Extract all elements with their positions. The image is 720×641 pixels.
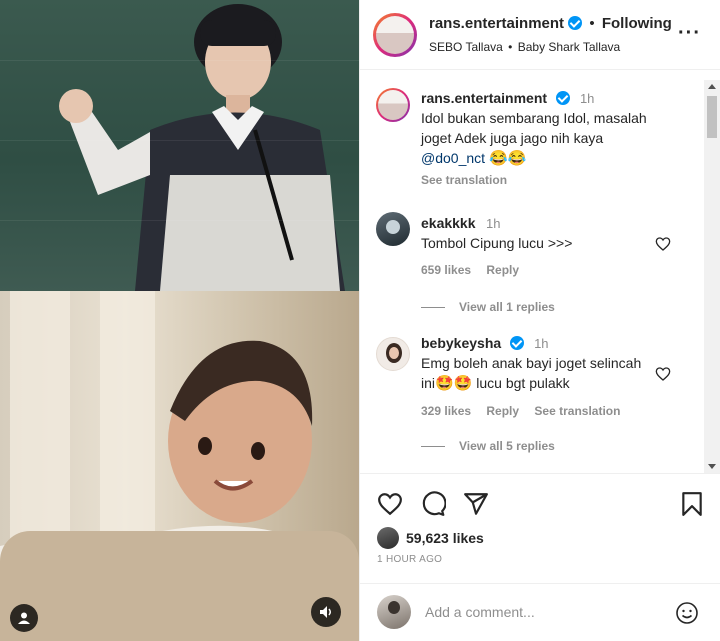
add-comment-bar: [360, 583, 720, 641]
verified-badge-icon: [555, 91, 570, 105]
comment-likes[interactable]: 329 likes: [421, 404, 471, 418]
separator-dot: •: [589, 15, 595, 32]
mention-link[interactable]: @do0_nct: [421, 150, 485, 166]
comment-time[interactable]: 1h: [486, 216, 500, 231]
comment-emoji: 🤩🤩: [435, 375, 473, 392]
avatar[interactable]: [373, 13, 417, 57]
user-icon: [18, 612, 30, 624]
avatar[interactable]: [376, 88, 410, 122]
header-user: rans.entertainment • Following: [429, 15, 672, 32]
speaker-icon: [320, 606, 331, 618]
comment-text-line: ini🤩🤩 lucu bgt pulakk: [421, 375, 570, 392]
liked-by-avatar[interactable]: [377, 527, 399, 549]
caption-body: Idol bukan sembarang Idol, masalah joget…: [421, 110, 647, 146]
bookmark-icon[interactable]: [680, 491, 704, 517]
post-time[interactable]: 1 HOUR AGO: [377, 554, 442, 565]
video-frame-bottom: [0, 291, 359, 641]
comments-scrollbar[interactable]: [704, 80, 720, 473]
caption-text: Idol bukan sembarang Idol, masalah joget…: [421, 108, 666, 169]
heart-icon[interactable]: [655, 366, 671, 382]
see-translation-link[interactable]: See translation: [421, 173, 507, 187]
comment-text: Tombol Cipung lucu >>>: [421, 235, 573, 251]
audio-title[interactable]: Baby Shark Tallava: [518, 40, 621, 54]
following-button[interactable]: Following: [602, 15, 672, 32]
scrollbar-thumb[interactable]: [707, 96, 717, 138]
view-replies-button[interactable]: View all 5 replies: [421, 439, 555, 453]
emoji-icon[interactable]: [675, 601, 699, 625]
audio-artist[interactable]: SEBO Tallava: [429, 40, 503, 54]
post-header: rans.entertainment • Following SEBO Tall…: [360, 0, 720, 70]
caption-username[interactable]: rans.entertainment: [421, 90, 547, 106]
audio-info[interactable]: SEBO Tallava • Baby Shark Tallava: [429, 40, 620, 54]
dancer-illustration: [59, 4, 345, 291]
comment-input[interactable]: [425, 599, 655, 625]
comment-username[interactable]: bebykeysha: [421, 335, 501, 351]
comment-icon[interactable]: [420, 491, 446, 517]
scroll-down-icon[interactable]: [708, 464, 716, 469]
comment-likes[interactable]: 659 likes: [421, 263, 471, 277]
verified-badge-icon: [509, 336, 524, 350]
more-horizontal-icon[interactable]: ···: [678, 23, 701, 43]
reply-button[interactable]: Reply: [486, 404, 519, 418]
current-user-avatar[interactable]: [377, 595, 411, 629]
tagged-users-button[interactable]: [10, 604, 38, 632]
video-frame-top: [0, 0, 359, 291]
caption-emoji: 😂😂: [488, 150, 527, 167]
share-icon[interactable]: [463, 491, 489, 517]
comment-item: bebykeysha 1h Emg boleh anak bayi joget …: [360, 326, 705, 436]
comment-text-line: Emg boleh anak bayi joget selincah: [421, 355, 642, 371]
caption-time[interactable]: 1h: [580, 91, 594, 106]
comment-text: Emg boleh anak bayi joget selincah ini🤩🤩…: [421, 353, 666, 394]
separator-dot: •: [508, 40, 513, 54]
heart-icon[interactable]: [655, 236, 671, 252]
reply-button[interactable]: Reply: [486, 263, 519, 277]
comment-time[interactable]: 1h: [534, 336, 548, 351]
post-side-panel: rans.entertainment • Following SEBO Tall…: [359, 0, 720, 641]
comment-meta: 659 likes Reply: [421, 263, 531, 277]
comments-list[interactable]: rans.entertainment 1h Idol bukan sembara…: [360, 71, 720, 471]
scroll-up-icon[interactable]: [708, 84, 716, 89]
post-actions: 59,623 likes 1 HOUR AGO: [360, 473, 720, 593]
avatar[interactable]: [376, 337, 410, 371]
comment-username[interactable]: ekakkkk: [421, 215, 476, 231]
comment-item: ekakkkk 1h Tombol Cipung lucu >>> 659 li…: [360, 201, 705, 306]
post-media[interactable]: [0, 0, 359, 641]
username-link[interactable]: rans.entertainment: [429, 15, 564, 32]
comment-meta: 329 likes Reply See translation: [421, 404, 632, 418]
caption: rans.entertainment 1h Idol bukan sembara…: [360, 71, 700, 201]
heart-icon[interactable]: [377, 491, 403, 517]
likes-count[interactable]: 59,623 likes: [406, 530, 484, 546]
view-replies-button[interactable]: View all 1 replies: [421, 300, 555, 314]
avatar[interactable]: [376, 212, 410, 246]
verified-badge-icon: [568, 16, 583, 30]
mute-button[interactable]: [311, 597, 341, 627]
see-translation-link[interactable]: See translation: [534, 404, 620, 418]
